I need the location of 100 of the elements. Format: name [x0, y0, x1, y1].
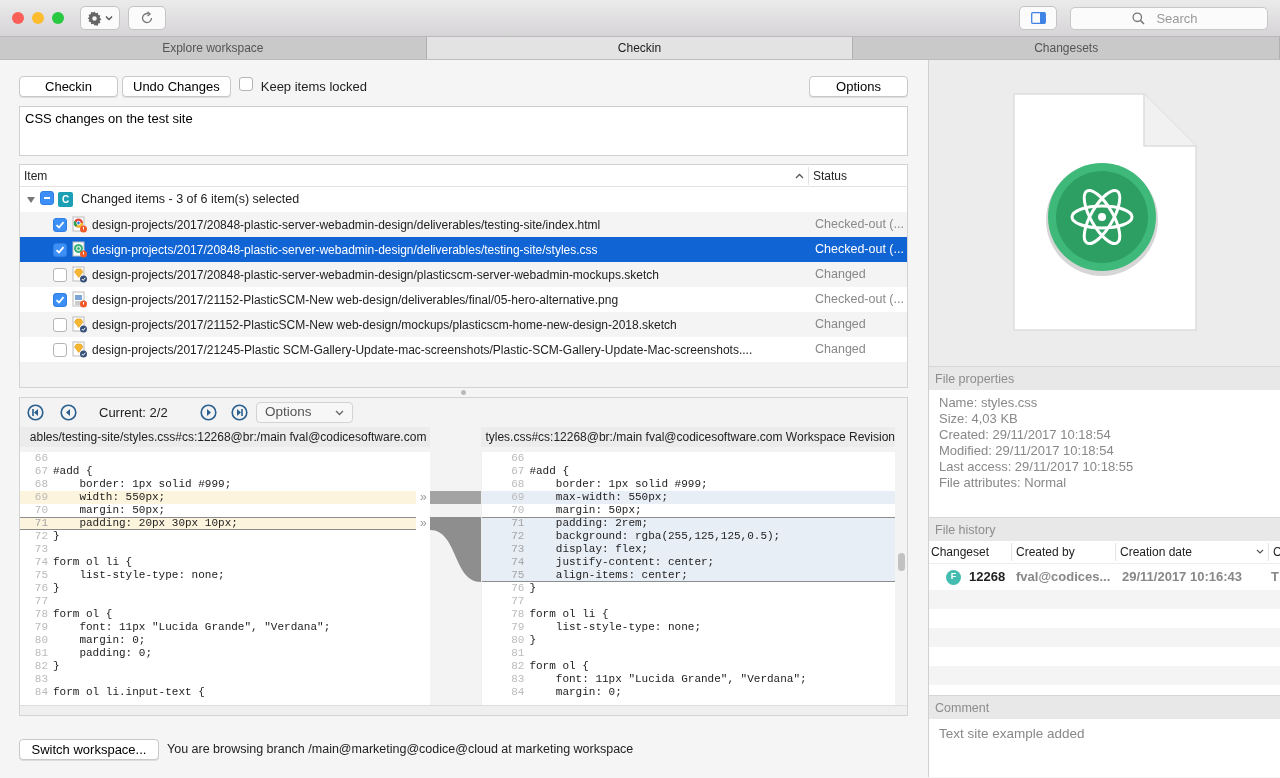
line-number: 75 [33, 569, 48, 582]
property-text: Name: styles.css [939, 395, 1039, 411]
next-difference-button[interactable] [200, 404, 217, 421]
checkbox[interactable] [238, 76, 253, 91]
status-text: Changed [815, 341, 867, 359]
file-path: design-projects/2017/21152-PlasticSCM-New web-design/mockups/plasticscm-home-new-design-2018.sketch [92, 316, 677, 334]
search-field[interactable]: Search [1070, 6, 1268, 30]
line-number: 67 [510, 465, 525, 478]
scrollbar-thumb[interactable] [898, 553, 905, 571]
line-number: 66 [510, 452, 525, 465]
code-text: margin: 0; [78, 634, 146, 647]
line-number: 78 [510, 608, 525, 621]
line-number: 81 [510, 647, 525, 660]
line-number: 70 [33, 504, 48, 517]
code-text: } [529, 582, 536, 595]
line-number: 68 [510, 478, 525, 491]
check-icon [55, 219, 65, 230]
line-number: 79 [33, 621, 48, 634]
first-difference-button[interactable] [27, 404, 44, 421]
line-number: 73 [510, 543, 525, 556]
column-header[interactable]: Created by [1016, 543, 1075, 561]
undo-changes-button[interactable]: Undo Changes [122, 76, 231, 97]
code-text: background: rgba(255,125,125,0.5); [554, 530, 781, 543]
code-text: } [529, 634, 536, 647]
code-text: form ol { [529, 660, 589, 673]
file-path-header: ables/testing-site/styles.css#cs:12268@br:/main fval@codicesoftware.com [20, 427, 431, 447]
code-text: display: flex; [554, 543, 649, 556]
property-text: Created: 29/11/2017 10:18:54 [939, 427, 1112, 443]
splitter-handle[interactable] [461, 390, 466, 395]
checkbox[interactable] [40, 191, 54, 206]
column-header[interactable]: Status [808, 166, 907, 185]
checkbox-label: Keep items locked [260, 77, 367, 96]
property-text: Modified: 29/11/2017 10:18:54 [939, 443, 1115, 459]
last-difference-button[interactable] [231, 404, 248, 421]
file-path: design-projects/2017/20848-plastic-server-webadmin-design/deliverables/testing-site/index.html [92, 216, 601, 234]
close-button[interactable] [12, 12, 24, 24]
line-number: 84 [510, 686, 525, 699]
switch-workspace-button[interactable]: Switch workspace... [19, 738, 159, 760]
checkbox[interactable] [53, 342, 67, 357]
line-number: 74 [33, 556, 48, 569]
file-path: design-projects/2017/20848-plastic-server-webadmin-design/plasticscm-server-webadmin-mockups.sketch [92, 266, 659, 284]
checkin-button[interactable]: Checkin [19, 76, 118, 97]
search-icon [1132, 11, 1145, 25]
check-icon [55, 244, 65, 255]
horizontal-scrollbar[interactable] [20, 705, 907, 715]
checkbox[interactable] [53, 242, 67, 257]
code-text: list-style-type: none; [78, 569, 225, 582]
file-row[interactable]: design-projects/2017/21245-Plastic SCM-Gallery-Update-mac-screenshots/Plastic-SCM-Gallery-Update-Mac-screenshots.... Changed [20, 337, 907, 362]
tab[interactable]: Checkin [426, 37, 854, 59]
status-text: Checked-out (... [815, 291, 905, 309]
code-text: padding: 0; [78, 647, 153, 660]
file-path-header: tyles.css#cs:12268@br:/main fval@codicesoftware.com Workspace Revision [481, 427, 895, 447]
line-number: 71 [510, 517, 525, 530]
status-text: Checked-out (... [815, 216, 905, 234]
code-text: form ol li { [53, 556, 133, 569]
file-path: design-projects/2017/20848-plastic-server-webadmin-design/deliverables/testing-site/styles.css [92, 241, 598, 259]
previous-difference-button[interactable] [60, 404, 77, 421]
line-number: 79 [510, 621, 525, 634]
line-number: 71 [33, 517, 48, 530]
comment-field[interactable]: CSS changes on the test site [19, 106, 908, 156]
code-text: border: 1px solid #999; [78, 478, 232, 491]
expand-icon[interactable] [26, 194, 36, 205]
code-text: padding: 2rem; [554, 517, 649, 530]
sidebar-toggle-button[interactable] [1019, 6, 1057, 30]
file-row[interactable]: design-projects/2017/20848-plastic-server-webadmin-design/deliverables/testing-site/styles.css Checked-out (... [20, 237, 907, 262]
table-cell-text: 12268 [969, 568, 1006, 587]
status-text: Checked-out (... [815, 241, 905, 259]
table-cell: 29/11/2017 10:16:43 [1122, 569, 1242, 585]
options-dropdown[interactable]: Options [256, 402, 353, 423]
group-label: Changed items - 3 of 6 item(s) selected [81, 191, 300, 209]
options-button[interactable]: Options [809, 76, 908, 97]
checkbox[interactable] [53, 317, 67, 332]
code-text: margin: 50px; [78, 504, 166, 517]
property-text: Last access: 29/11/2017 10:18:55 [939, 459, 1135, 475]
code-text: font: 11px "Lucida Grande", "Verdana"; [554, 673, 807, 686]
checkbox[interactable] [53, 217, 67, 232]
line-number: 69 [33, 491, 48, 504]
code-text: #add { [529, 465, 569, 478]
line-number: 66 [33, 452, 48, 465]
avatar: F [946, 569, 961, 585]
column-header[interactable]: Creation date [1120, 543, 1193, 561]
status-text: Changed [815, 266, 867, 284]
column-header[interactable]: Changeset [931, 543, 990, 561]
sort-icon [1256, 549, 1264, 555]
line-number: 83 [33, 673, 48, 686]
line-number: 84 [33, 686, 48, 699]
file-row[interactable]: design-projects/2017/21152-PlasticSCM-New web-design/deliverables/final/05-hero-alternative.png Checked-out (... [20, 287, 907, 312]
line-number: 72 [510, 530, 525, 543]
checkbox[interactable] [53, 292, 67, 307]
checkbox[interactable] [53, 267, 67, 282]
refresh-button[interactable] [128, 6, 166, 30]
tab[interactable]: Changesets [853, 37, 1280, 59]
line-number: 76 [33, 582, 48, 595]
code-text: form ol li { [529, 608, 609, 621]
column-header[interactable]: Item [20, 166, 48, 185]
section-header: File history [929, 517, 1280, 541]
settings-menu-button[interactable] [80, 6, 120, 30]
code-text: padding: 20px 30px 10px; [78, 517, 238, 530]
tab[interactable]: Explore workspace [0, 37, 427, 59]
line-number: 80 [510, 634, 525, 647]
